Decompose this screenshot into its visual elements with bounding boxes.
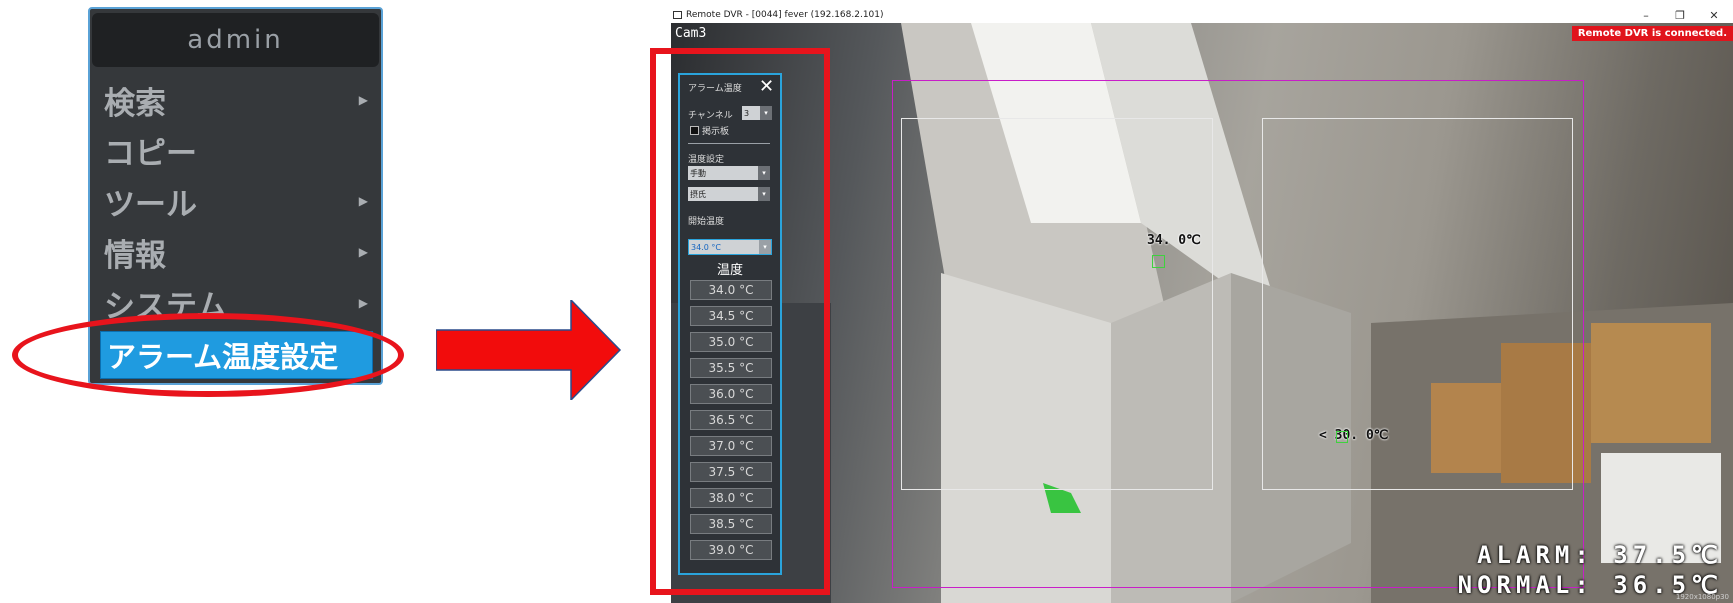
connection-status-badge: Remote DVR is connected. <box>1571 26 1733 41</box>
submenu-arrow-icon: ▶ <box>358 194 368 208</box>
camera-label: Cam3 <box>675 26 707 41</box>
detection-box-left <box>901 118 1213 490</box>
right-arrow-icon <box>436 300 622 400</box>
remote-dvr-window: Remote DVR - [0044] fever (192.168.2.101… <box>671 7 1733 603</box>
menu-item-copy[interactable]: コピー <box>104 126 374 174</box>
highlight-oval <box>12 313 404 397</box>
menu-item-label: 情報 <box>104 237 166 274</box>
temperature-tag-lower: < 30. 0℃ <box>1319 428 1389 443</box>
menu-item-label: ツール <box>104 186 197 223</box>
measure-point-lower <box>1336 431 1348 443</box>
menu-item-label: 検索 <box>104 85 166 122</box>
measure-point-upper <box>1152 255 1165 268</box>
minimize-button[interactable]: – <box>1629 7 1663 23</box>
submenu-arrow-icon: ▶ <box>358 93 368 107</box>
highlight-rectangle <box>650 48 830 595</box>
temperature-tag-upper: 34. 0℃ <box>1147 233 1201 248</box>
window-title: Remote DVR - [0044] fever (192.168.2.101… <box>686 10 884 20</box>
app-icon <box>673 11 682 19</box>
submenu-arrow-icon: ▶ <box>358 296 368 310</box>
alarm-temperature-readout: ALARM: 37.5℃ <box>1477 541 1723 569</box>
submenu-arrow-icon: ▶ <box>358 245 368 259</box>
resolution-label: 1920x1080p30 <box>1675 593 1729 601</box>
menu-item-info[interactable]: 情報 ▶ <box>104 228 374 276</box>
detection-box-right <box>1262 118 1573 490</box>
camera-view[interactable]: 34. 0℃ < 30. 0℃ Cam3 Remote DVR is conne… <box>671 23 1733 603</box>
menu-item-tools[interactable]: ツール ▶ <box>104 177 374 225</box>
close-window-button[interactable]: ✕ <box>1697 7 1731 23</box>
menu-item-label: コピー <box>104 135 197 172</box>
menu-item-search[interactable]: 検索 ▶ <box>104 76 374 124</box>
window-titlebar[interactable]: Remote DVR - [0044] fever (192.168.2.101… <box>671 7 1733 23</box>
menu-title: admin <box>92 13 379 67</box>
restore-button[interactable]: ❐ <box>1663 7 1697 23</box>
